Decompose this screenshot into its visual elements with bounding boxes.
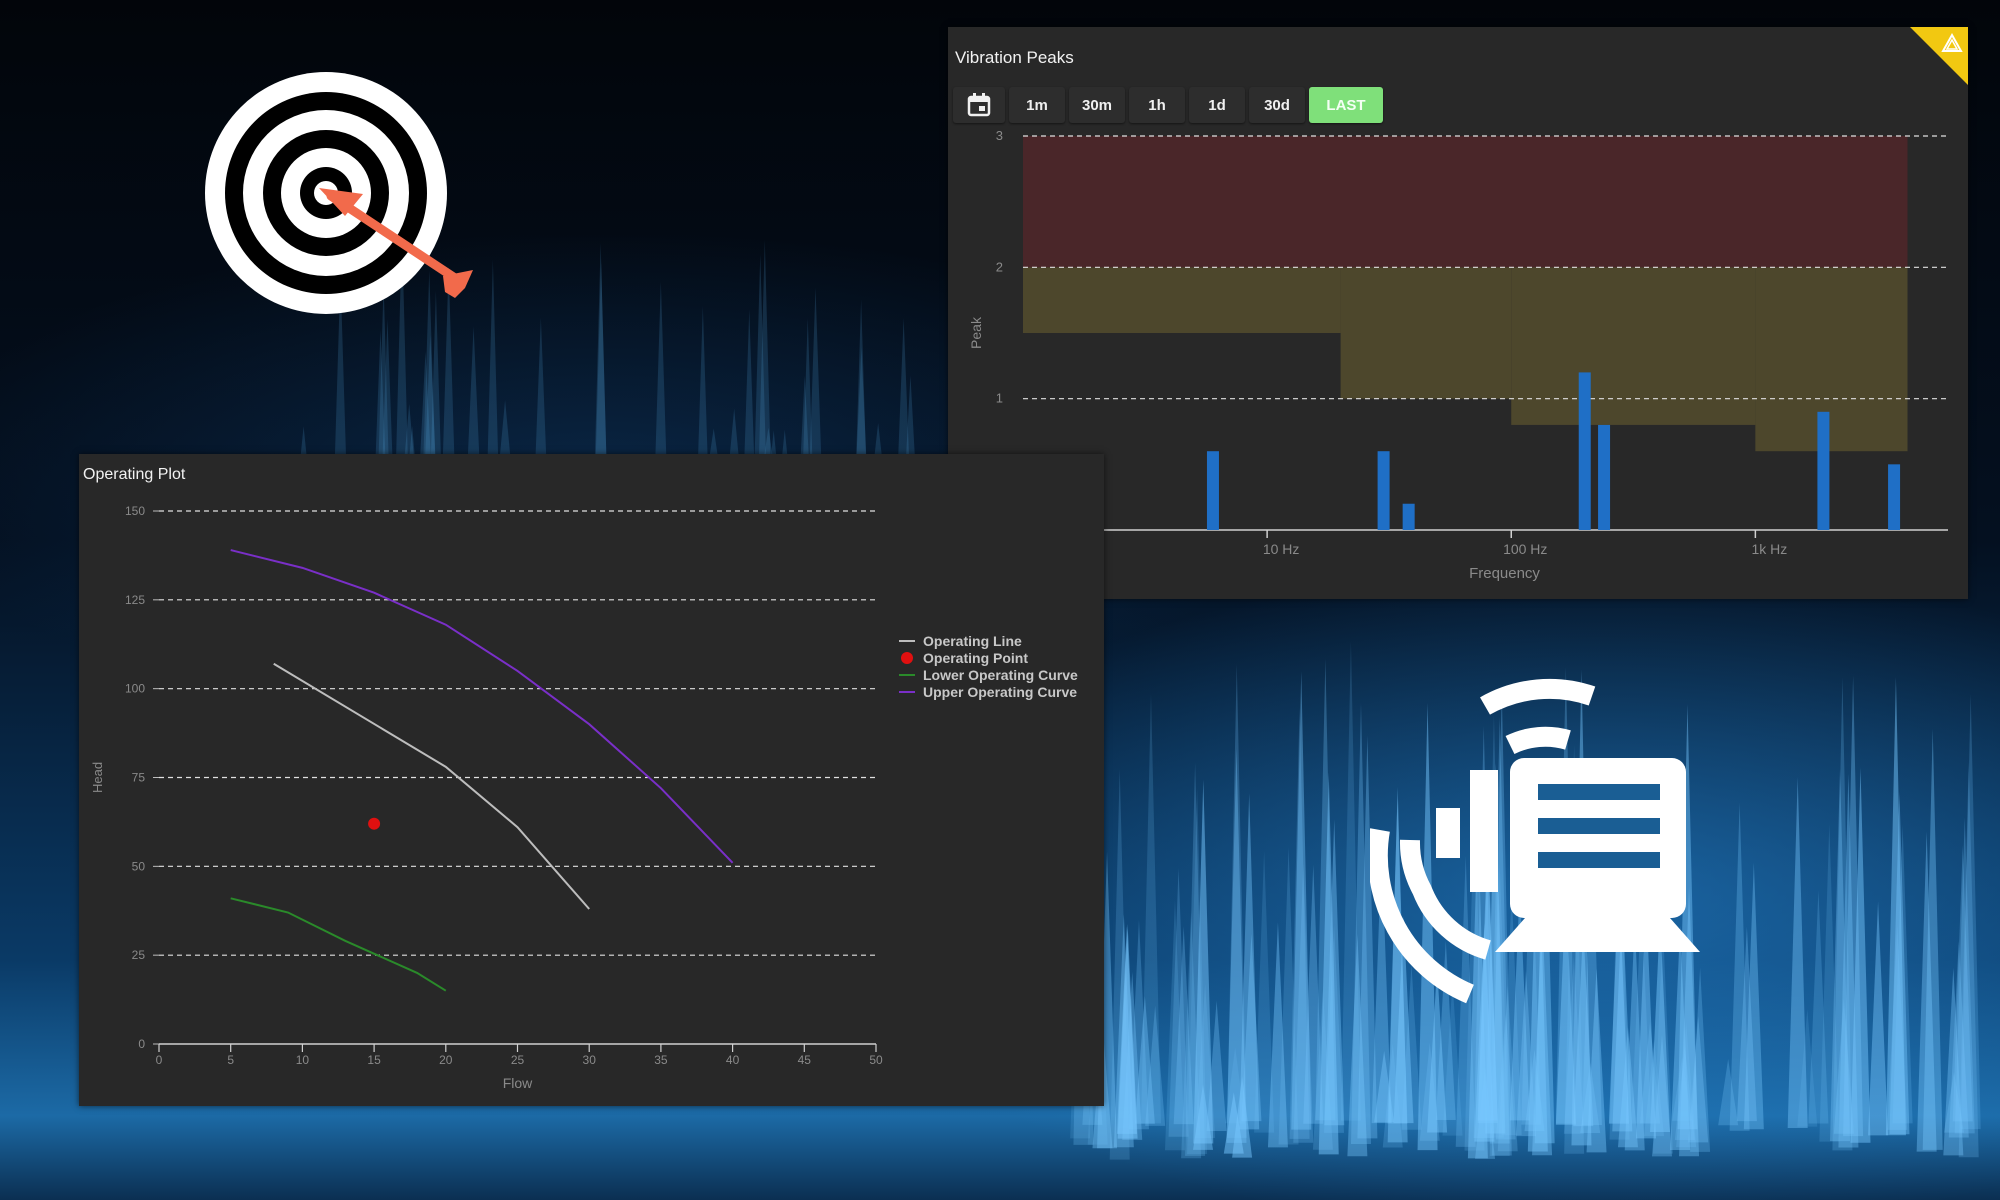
legend-label: Upper Operating Curve <box>923 683 1078 700</box>
y-tick-label: 150 <box>125 504 145 518</box>
background-spike <box>467 326 480 463</box>
y-axis-label: Peak <box>968 316 984 349</box>
operating-plot-chart: 0 25 50 75 100 125 150 0 5 10 15 20 25 30 35 40 45 50 Flow… <box>90 504 883 1091</box>
background-spike <box>534 317 547 474</box>
warning-zone-step <box>1755 267 1908 452</box>
y-tick-label: 100 <box>125 682 145 696</box>
background-spike <box>594 242 607 467</box>
background-spike <box>809 287 822 466</box>
x-tick-label: 100 Hz <box>1503 541 1547 557</box>
target-with-arrow-icon <box>205 72 473 314</box>
legend-label: Operating Line <box>923 632 1022 649</box>
x-tick-label: 1k Hz <box>1751 541 1787 557</box>
warning-zone-step <box>1340 267 1512 399</box>
background-spike <box>897 317 910 472</box>
x-tick-label: 50 <box>869 1053 883 1067</box>
vibration-peak-bar <box>1206 451 1219 530</box>
x-tick-label: 20 <box>439 1053 453 1067</box>
vibration-peak-bar <box>1402 503 1415 530</box>
y-tick-label: 75 <box>132 771 146 785</box>
lower-operating-curve <box>230 897 447 992</box>
x-tick-label: 35 <box>654 1053 668 1067</box>
y-tick-label: 3 <box>996 128 1003 143</box>
y-tick-label: 50 <box>132 859 146 873</box>
legend-swatch <box>901 651 913 664</box>
x-axis-label: Flow <box>503 1075 533 1091</box>
y-tick-label: 125 <box>125 593 145 607</box>
alarm-zone <box>1023 136 1908 268</box>
x-tick-label: 45 <box>798 1053 812 1067</box>
x-tick-label: 5 <box>227 1053 234 1067</box>
operating-plot-legend: Operating Line Operating Point Lower Ope… <box>899 632 1078 700</box>
x-tick-label: 25 <box>511 1053 525 1067</box>
vibration-peak-bar <box>1578 372 1591 530</box>
vibration-sensor-icon <box>1370 678 1700 1004</box>
legend-label: Lower Operating Curve <box>923 666 1078 683</box>
x-tick-label: 15 <box>367 1053 381 1067</box>
legend-item-operating-point[interactable]: Operating Point <box>899 649 1078 666</box>
y-tick-label: 0 <box>138 1037 145 1051</box>
legend-item-upper-operating-curve[interactable]: Upper Operating Curve <box>899 683 1078 700</box>
x-tick-label: 40 <box>726 1053 740 1067</box>
legend-label: Operating Point <box>923 649 1028 666</box>
vibration-peak-bar <box>1817 411 1830 530</box>
vibration-peak-bar <box>1377 451 1390 530</box>
legend-swatch <box>899 673 915 676</box>
y-axis-label: Head <box>90 762 105 793</box>
legend-item-operating-line[interactable]: Operating Line <box>899 632 1078 649</box>
warning-zone-step <box>1511 267 1756 425</box>
background-spike <box>1787 776 1808 1129</box>
x-tick-label: 30 <box>583 1053 597 1067</box>
warning-zone-step <box>1023 267 1341 333</box>
legend-swatch <box>899 639 915 642</box>
y-tick-label: 25 <box>132 948 146 962</box>
operating-line <box>273 662 590 910</box>
operating-plot-panel: Operating Plot 0 25 50 75 100 125 150 0 5 10 15 20 2… <box>79 454 1104 1106</box>
y-tick-label: 2 <box>996 259 1003 274</box>
vibration-peak-bar <box>1888 464 1901 530</box>
vibration-peak-bar <box>1598 424 1611 530</box>
x-axis-label: Frequency <box>1469 565 1540 582</box>
background-spike <box>1868 901 1889 1136</box>
x-tick-label: 10 Hz <box>1263 541 1300 557</box>
x-tick-label: 10 <box>296 1053 310 1067</box>
operating-point <box>368 817 381 830</box>
legend-item-lower-operating-curve[interactable]: Lower Operating Curve <box>899 666 1078 683</box>
upper-operating-curve <box>230 549 734 864</box>
legend-swatch <box>899 690 915 693</box>
y-tick-label: 1 <box>996 391 1003 406</box>
background-spike <box>654 281 667 475</box>
background-spike <box>1226 748 1247 1143</box>
x-tick-label: 0 <box>156 1053 163 1067</box>
